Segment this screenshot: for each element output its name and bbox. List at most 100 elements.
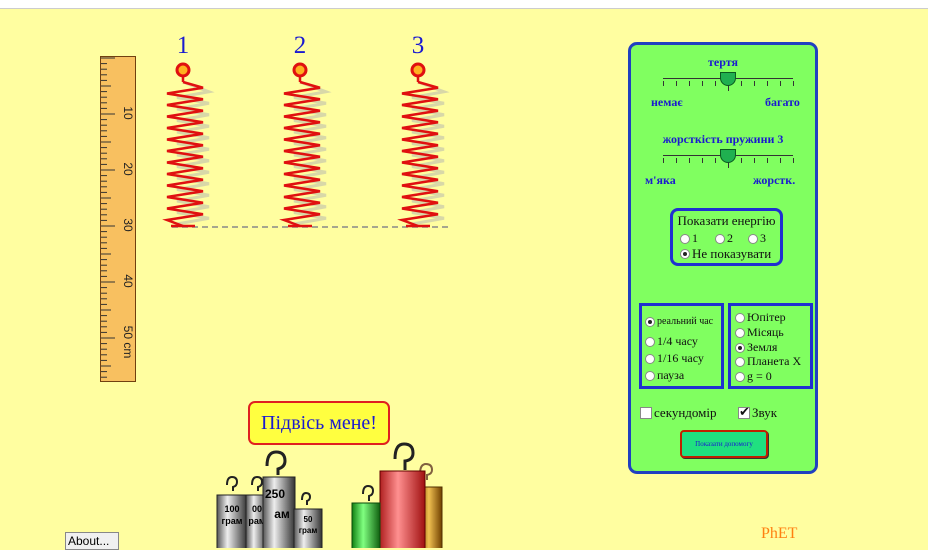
gravity-option-moon-label: Місяць <box>747 325 784 339</box>
mass-250-gram[interactable]: 250 ам <box>262 450 296 548</box>
mass-green[interactable] <box>351 484 381 548</box>
spring-1[interactable] <box>162 62 215 228</box>
time-radio-quarter[interactable] <box>645 336 655 347</box>
friction-max-label: багато <box>765 95 800 109</box>
time-option-pause[interactable]: пауза <box>645 368 684 383</box>
gravity-option-zero-label: g = 0 <box>747 369 772 383</box>
time-option-quarter-label: 1/4 часу <box>657 334 698 348</box>
spring-hook-ring <box>410 62 426 78</box>
energy-radio-2[interactable] <box>715 233 725 244</box>
about-button[interactable]: About... <box>65 532 119 550</box>
spring-1-number: 1 <box>177 32 190 59</box>
slider-tick <box>702 81 703 86</box>
energy-box: Показати енергію 1 2 3 Не показувати <box>670 208 783 266</box>
slider-tick <box>767 158 768 163</box>
gravity-option-earth[interactable]: Земля <box>735 340 777 355</box>
time-radio-sixteenth[interactable] <box>645 353 655 364</box>
mass-250-gram-label: 250 <box>265 487 285 501</box>
gravity-box: Юпітер Місяць Земля Планета X g = 0 <box>728 303 813 389</box>
friction-thumb[interactable] <box>720 72 736 86</box>
slider-tick <box>793 158 794 163</box>
sound-toggle[interactable]: ✔ Звук <box>738 405 777 421</box>
mass-50-gram-unit: грам <box>299 526 318 535</box>
energy-option-2[interactable]: 2 <box>715 231 733 246</box>
time-radio-pause[interactable] <box>645 370 655 381</box>
slider-tick <box>676 81 677 86</box>
gravity-option-moon[interactable]: Місяць <box>735 325 784 340</box>
time-option-real[interactable]: реальний час <box>645 316 713 327</box>
mass-100-gram-1[interactable]: 100 грам <box>216 475 248 548</box>
energy-option-1[interactable]: 1 <box>680 231 698 246</box>
energy-radio-none[interactable] <box>680 249 690 259</box>
energy-option-2-label: 2 <box>727 231 733 245</box>
time-radio-real[interactable] <box>645 316 655 327</box>
hang-me-callout: Підвісь мене! <box>248 401 390 445</box>
gravity-option-planet-x[interactable]: Планета X <box>735 354 801 369</box>
show-help-button[interactable]: Показати допомогу <box>680 430 768 458</box>
spring-coil <box>279 80 321 228</box>
energy-radio-1[interactable] <box>680 233 690 244</box>
spring-2[interactable] <box>279 62 332 228</box>
time-option-quarter[interactable]: 1/4 часу <box>645 334 698 349</box>
slider-tick <box>702 158 703 163</box>
stiffness-thumb[interactable] <box>720 149 736 163</box>
slider-tick <box>689 81 690 86</box>
mass-250-gram-unit: ам <box>274 507 290 521</box>
stiffness-title: жорсткість пружини 3 <box>662 132 784 146</box>
slider-tick <box>689 158 690 163</box>
mass-50-gram-label: 50 <box>304 515 313 524</box>
slider-tick <box>780 81 781 86</box>
stiffness-max-label: жорстк. <box>753 173 796 187</box>
gravity-option-planet-x-label: Планета X <box>747 354 802 368</box>
mass-100-gram-1-label: 100 <box>224 504 239 514</box>
energy-title: Показати енергію <box>677 213 776 228</box>
slider-tick <box>715 81 716 86</box>
spring-hook-ring <box>292 62 308 78</box>
energy-option-none-label: Не показувати <box>692 246 772 261</box>
gravity-option-jupiter[interactable]: Юпітер <box>735 310 786 325</box>
sound-label: Звук <box>752 405 778 420</box>
spring-3-number: 3 <box>412 32 425 59</box>
gravity-radio-zero[interactable] <box>735 371 745 382</box>
slider-tick <box>741 158 742 163</box>
slider-tick <box>715 158 716 163</box>
ruler-label-40: 40 <box>121 274 135 288</box>
mass-red[interactable] <box>379 442 426 548</box>
ruler-ticks <box>101 57 115 378</box>
energy-option-3[interactable]: 3 <box>748 231 766 246</box>
ruler-label-50: 50 cm <box>121 326 135 359</box>
slider-tick <box>754 158 755 163</box>
gravity-radio-jupiter[interactable] <box>735 312 745 323</box>
slider-tick <box>676 158 677 163</box>
mass-100-gram-2-label: 00 <box>252 504 262 514</box>
gravity-radio-earth[interactable] <box>735 342 745 353</box>
control-panel: тертя немає багато жорсткість пружини 3 … <box>628 42 818 474</box>
stiffness-min-label: м'яка <box>645 173 676 187</box>
mass-100-gram-1-unit: грам <box>222 516 243 526</box>
gravity-radio-moon[interactable] <box>735 327 745 338</box>
sound-checkbox[interactable]: ✔ <box>738 406 750 419</box>
spring-hook-ring <box>175 62 191 78</box>
time-option-sixteenth[interactable]: 1/16 часу <box>645 351 704 366</box>
gravity-radio-planet-x[interactable] <box>735 356 745 367</box>
friction-min-label: немає <box>651 95 683 109</box>
stopwatch-checkbox[interactable] <box>640 407 652 419</box>
time-option-sixteenth-label: 1/16 часу <box>657 351 704 365</box>
stopwatch-toggle[interactable]: секундомір <box>640 405 717 421</box>
ruler-label-30: 30 <box>121 218 135 232</box>
phet-logo: PhET <box>761 525 798 542</box>
gravity-option-jupiter-label: Юпітер <box>747 310 786 324</box>
time-option-real-label: реальний час <box>657 316 714 327</box>
slider-tick <box>754 81 755 86</box>
energy-radio-3[interactable] <box>748 233 758 244</box>
ruler-labels: 10 20 30 40 50 cm <box>121 106 135 358</box>
time-option-pause-label: пауза <box>657 368 685 382</box>
stopwatch-label: секундомір <box>654 405 717 420</box>
spring-3[interactable] <box>397 62 450 228</box>
spring-coil <box>397 80 439 228</box>
energy-option-none[interactable]: Не показувати <box>680 246 771 262</box>
gravity-option-zero[interactable]: g = 0 <box>735 369 772 384</box>
slider-tick <box>663 158 664 163</box>
slider-tick <box>767 81 768 86</box>
mass-50-gram[interactable]: 50 грам <box>293 491 323 548</box>
